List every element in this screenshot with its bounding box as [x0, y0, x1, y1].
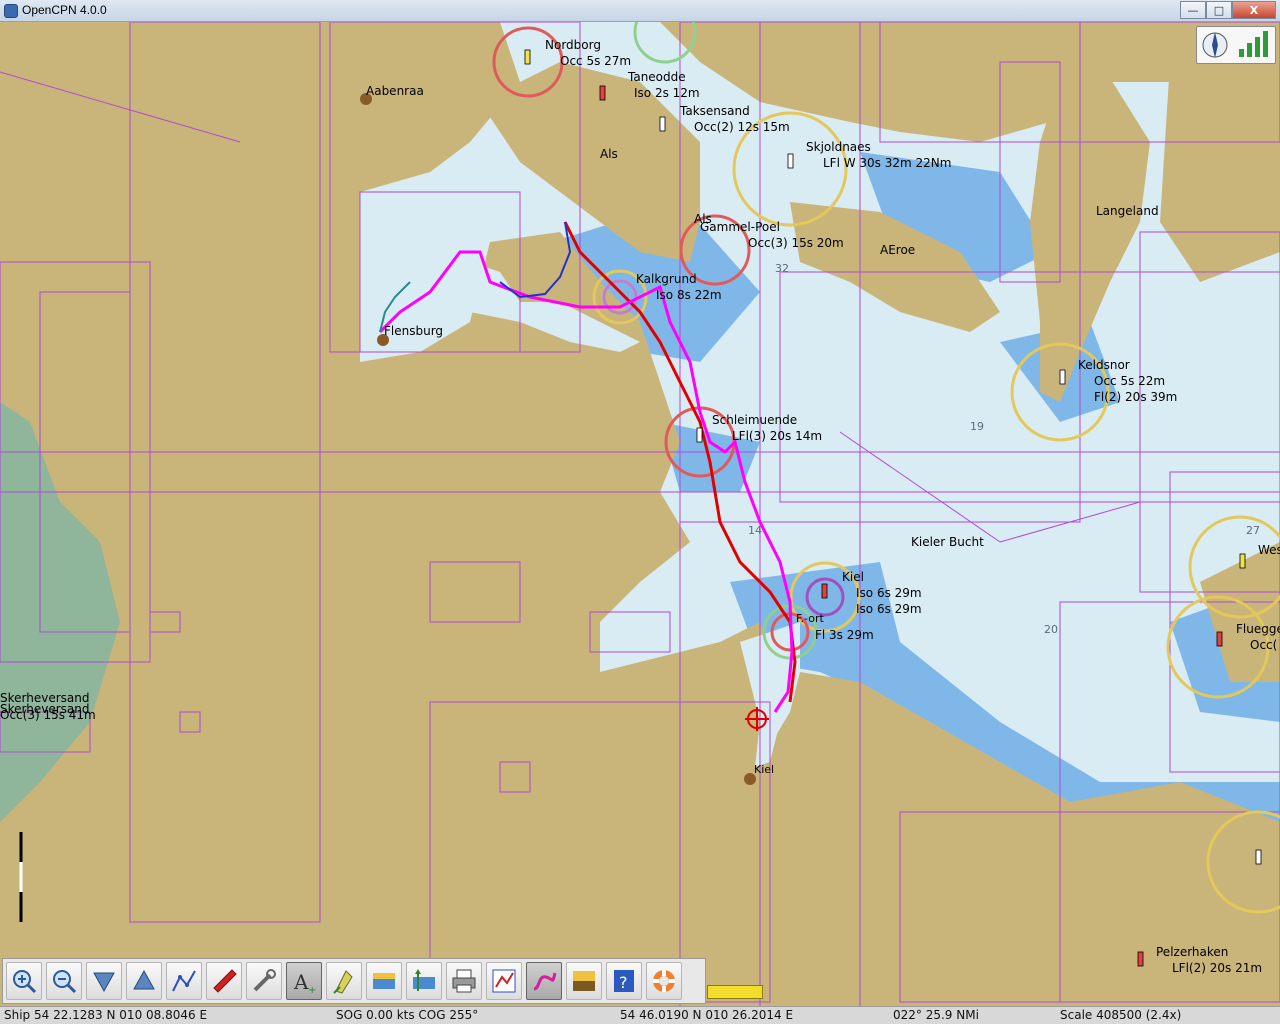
gps-signal-icon	[1239, 31, 1268, 57]
text-button[interactable]: A +	[286, 962, 322, 1000]
chart-scale: Scale 408500 (2.4x)	[1060, 1008, 1182, 1022]
route-manager-icon	[492, 969, 516, 993]
label-aabenraa: Aabenraa	[366, 84, 424, 98]
label-taneodde: Taneodde	[628, 70, 686, 84]
label-flueggesand-light: Occ(	[1250, 638, 1278, 652]
help-button[interactable]: ?	[606, 962, 642, 1000]
print-button[interactable]	[446, 962, 482, 1000]
label-gammel-poel: Gammel-Poel	[700, 220, 780, 234]
scale-down-icon	[93, 972, 115, 993]
ship-position: Ship 54 22.1283 N 010 08.8046 E	[4, 1008, 208, 1022]
label-taneodde-light: Iso 2s 12m	[634, 86, 700, 100]
label-kiel-lighthouse: Kiel	[842, 570, 864, 584]
svg-text:A: A	[293, 970, 309, 994]
label-skjoldnaes-light: LFl W 30s 32m 22Nm	[823, 156, 952, 170]
label-flensburg: Flensburg	[384, 324, 444, 338]
current-icon	[413, 969, 435, 991]
cursor-position: 54 46.0190 N 010 26.2014 E	[620, 1008, 794, 1022]
wrench-icon	[253, 969, 276, 992]
ship-icon	[213, 969, 237, 993]
maximize-button[interactable]: □	[1206, 1, 1232, 19]
zoom-in-button[interactable]	[6, 962, 42, 1000]
window-buttons: — □ X	[1180, 1, 1276, 19]
zoom-out-icon	[53, 970, 77, 994]
lifebuoy-icon	[653, 970, 675, 992]
tide-station-icon	[373, 973, 395, 989]
bearing-distance: 022° 25.9 NMi	[893, 1008, 979, 1022]
minimize-button[interactable]: —	[1180, 1, 1206, 19]
main-toolbar: A + ?	[2, 958, 706, 1004]
scale-up-icon	[133, 969, 155, 990]
app-icon	[4, 4, 18, 18]
label-kiel-city: Kiel	[754, 763, 775, 776]
mob-button[interactable]	[646, 962, 682, 1000]
auto-follow-button[interactable]	[206, 962, 242, 1000]
land-lolland	[1160, 52, 1280, 282]
label-flueggesand: Flueggesand	[1236, 622, 1280, 636]
label-skerheversand-light: Occ(3) 15s 41m	[0, 708, 96, 722]
label-nordborg-light: Occ 5s 27m	[560, 54, 632, 68]
label-westermarkelsdorf: Wes	[1258, 543, 1280, 557]
depth-sounding: 32	[775, 262, 789, 275]
settings-button[interactable]	[246, 962, 282, 1000]
color-scheme-button[interactable]	[566, 962, 602, 1000]
track-button[interactable]	[526, 962, 562, 1000]
label-gammel-poel-light: Occ(3) 15s 20m	[748, 236, 844, 250]
label-keldsnor: Keldsnor	[1078, 358, 1130, 372]
label-taksensand-light: Occ(2) 12s 15m	[694, 120, 790, 134]
title-bar: OpenCPN 4.0.0 — □ X	[0, 0, 1280, 22]
route-manager-button[interactable]	[486, 962, 522, 1000]
label-aeroe: AEroe	[880, 243, 916, 257]
color-scheme-icon	[573, 971, 595, 991]
route-icon	[172, 970, 196, 992]
zoom-in-icon	[13, 970, 37, 994]
label-als: Als	[600, 147, 618, 161]
label-schleimuende-light: LFl(3) 20s 14m	[732, 429, 823, 443]
label-kiel-light1: Iso 6s 29m	[856, 586, 922, 600]
print-icon	[452, 969, 476, 993]
label-taksensand: Taksensand	[680, 104, 750, 118]
label-kieler-bucht: Kieler Bucht	[911, 535, 984, 549]
label-kalkgrund: Kalkgrund	[636, 272, 697, 286]
tide-icon	[333, 970, 353, 994]
scale-down-button[interactable]	[86, 962, 122, 1000]
text-icon: A +	[293, 970, 316, 995]
depth-sounding: 19	[970, 420, 984, 433]
label-friedrichsort: F.-ort	[796, 612, 824, 625]
sog-cog: SOG 0.00 kts COG 255°	[336, 1008, 479, 1022]
svg-text:+: +	[308, 985, 316, 995]
depth-sounding: 20	[1044, 623, 1058, 636]
label-kiel-light2: Iso 6s 29m	[856, 602, 922, 616]
label-pelzerhaken-light: LFl(2) 20s 21m	[1172, 961, 1263, 975]
current-tide-button[interactable]	[326, 962, 362, 1000]
depth-sounding: 14	[748, 524, 762, 537]
window-title: OpenCPN 4.0.0	[22, 3, 107, 17]
zoom-out-button[interactable]	[46, 962, 82, 1000]
tide-button[interactable]	[366, 962, 402, 1000]
label-friedrichsort-light: Fl 3s 29m	[815, 628, 874, 642]
label-keldsnor-light2: Fl(2) 20s 39m	[1094, 390, 1178, 404]
create-route-button[interactable]	[166, 962, 202, 1000]
label-kalkgrund-light: Iso 8s 22m	[656, 288, 722, 302]
scale-up-button[interactable]	[126, 962, 162, 1000]
close-button[interactable]: X	[1232, 1, 1276, 19]
label-schleimuende: Schleimuende	[712, 413, 798, 427]
chart-svg[interactable]	[0, 22, 1280, 1010]
label-keldsnor-light1: Occ 5s 22m	[1094, 374, 1166, 388]
piano-bar-chart-indicator[interactable]	[707, 985, 763, 999]
compass-icon	[1202, 32, 1228, 58]
status-bar: Ship 54 22.1283 N 010 08.8046 E SOG 0.00…	[0, 1006, 1280, 1024]
track-icon	[533, 972, 557, 991]
chart-canvas[interactable]: Aabenraa Nordborg Occ 5s 27m Taneodde Is…	[0, 22, 1280, 1010]
svg-text:?: ?	[619, 973, 628, 992]
depth-sounding: 27	[1246, 524, 1260, 537]
label-nordborg: Nordborg	[545, 38, 601, 52]
label-pelzerhaken: Pelzerhaken	[1156, 945, 1229, 959]
label-skjoldnaes: Skjoldnaes	[806, 140, 871, 154]
help-icon: ?	[614, 970, 634, 992]
label-langeland: Langeland	[1096, 204, 1159, 218]
current-button[interactable]	[406, 962, 442, 1000]
gps-status-widget[interactable]	[1196, 26, 1276, 64]
